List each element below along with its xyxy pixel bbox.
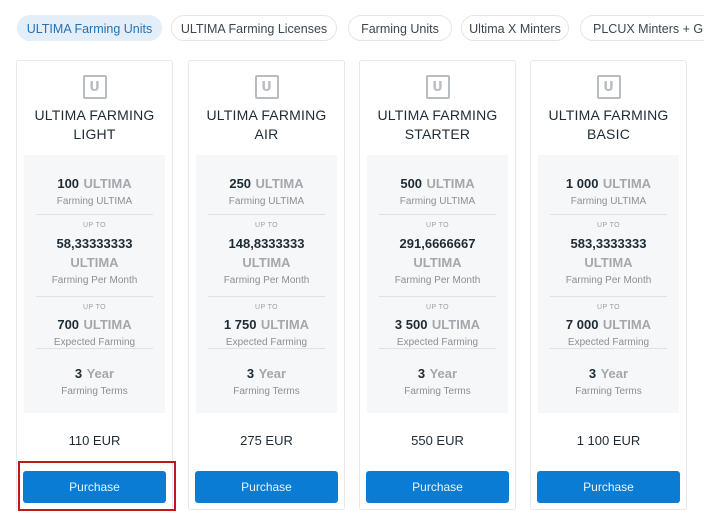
farming-terms: 3 Year Farming Terms <box>61 366 128 397</box>
product-card-basic: U ULTIMA FARMING BASIC 1 000 ULTIMA Farmi… <box>530 60 687 510</box>
product-card-starter: U ULTIMA FARMING STARTER 500 ULTIMA Farmi… <box>359 60 516 510</box>
product-card-air: U ULTIMA FARMING AIR 250 ULTIMA Farming U… <box>188 60 345 510</box>
card-title: ULTIMA FARMING AIR <box>206 107 327 142</box>
divider <box>550 296 667 297</box>
farming-per-month: UP TO 58,33333333 ULTIMA Farming Per Mon… <box>51 222 138 286</box>
expected-farming: UP TO 7 000 ULTIMA Expected Farming <box>565 304 652 348</box>
farming-terms: 3 Year Farming Terms <box>404 366 471 397</box>
farming-amount: 500 ULTIMA Farming ULTIMA <box>399 176 476 207</box>
stats-panel: 100 ULTIMA Farming ULTIMA UP TO 58,33333… <box>24 155 165 413</box>
tab-ultima-farming-licenses[interactable]: ULTIMA Farming Licenses <box>171 15 337 41</box>
purchase-button[interactable]: Purchase <box>23 471 166 503</box>
expected-farming: UP TO 3 500 ULTIMA Expected Farming <box>394 304 481 348</box>
divider <box>36 296 153 297</box>
product-card-light: U ULTIMA FARMING LIGHT 100 ULTIMA Farming… <box>16 60 173 510</box>
card-title: ULTIMA FARMING LIGHT <box>34 107 155 142</box>
divider <box>36 348 153 349</box>
tab-ultima-x-minters[interactable]: Ultima X Minters <box>461 15 569 41</box>
purchase-button[interactable]: Purchase <box>537 471 680 503</box>
stats-panel: 500 ULTIMA Farming ULTIMA UP TO 291,6666… <box>367 155 508 413</box>
price: 110 EUR <box>68 433 121 448</box>
card-title: ULTIMA FARMING STARTER <box>377 107 498 142</box>
tab-plcux-minters[interactable]: PLCUX Minters + G <box>580 15 704 41</box>
stats-panel: 250 ULTIMA Farming ULTIMA UP TO 148,8333… <box>196 155 337 413</box>
farming-amount: 100 ULTIMA Farming ULTIMA <box>56 176 133 207</box>
ultima-logo-icon: U <box>596 75 621 99</box>
divider <box>208 214 325 215</box>
price: 1 100 EUR <box>576 433 641 448</box>
divider <box>208 296 325 297</box>
divider <box>208 348 325 349</box>
card-title: ULTIMA FARMING BASIC <box>548 107 669 142</box>
farming-per-month: UP TO 583,3333333 ULTIMA Farming Per Mon… <box>565 222 652 286</box>
farming-per-month: UP TO 291,6666667 ULTIMA Farming Per Mon… <box>394 222 481 286</box>
divider <box>36 214 153 215</box>
price: 275 EUR <box>240 433 293 448</box>
farming-terms: 3 Year Farming Terms <box>233 366 300 397</box>
price: 550 EUR <box>411 433 464 448</box>
ultima-logo-icon: U <box>82 75 107 99</box>
purchase-button[interactable]: Purchase <box>195 471 338 503</box>
divider <box>379 348 496 349</box>
divider <box>379 296 496 297</box>
ultima-logo-icon: U <box>254 75 279 99</box>
purchase-button[interactable]: Purchase <box>366 471 509 503</box>
expected-farming: UP TO 1 750 ULTIMA Expected Farming <box>223 304 310 348</box>
product-tabs: ULTIMA Farming Units ULTIMA Farming Lice… <box>0 0 704 56</box>
farming-amount: 250 ULTIMA Farming ULTIMA <box>228 176 305 207</box>
tab-farming-units[interactable]: Farming Units <box>348 15 452 41</box>
stats-panel: 1 000 ULTIMA Farming ULTIMA UP TO 583,33… <box>538 155 679 413</box>
divider <box>550 348 667 349</box>
farming-amount: 1 000 ULTIMA Farming ULTIMA <box>565 176 652 207</box>
divider <box>550 214 667 215</box>
expected-farming: UP TO 700 ULTIMA Expected Farming <box>53 304 136 348</box>
farming-per-month: UP TO 148,8333333 ULTIMA Farming Per Mon… <box>223 222 310 286</box>
ultima-logo-icon: U <box>425 75 450 99</box>
tab-ultima-farming-units[interactable]: ULTIMA Farming Units <box>17 15 162 41</box>
farming-terms: 3 Year Farming Terms <box>575 366 642 397</box>
divider <box>379 214 496 215</box>
